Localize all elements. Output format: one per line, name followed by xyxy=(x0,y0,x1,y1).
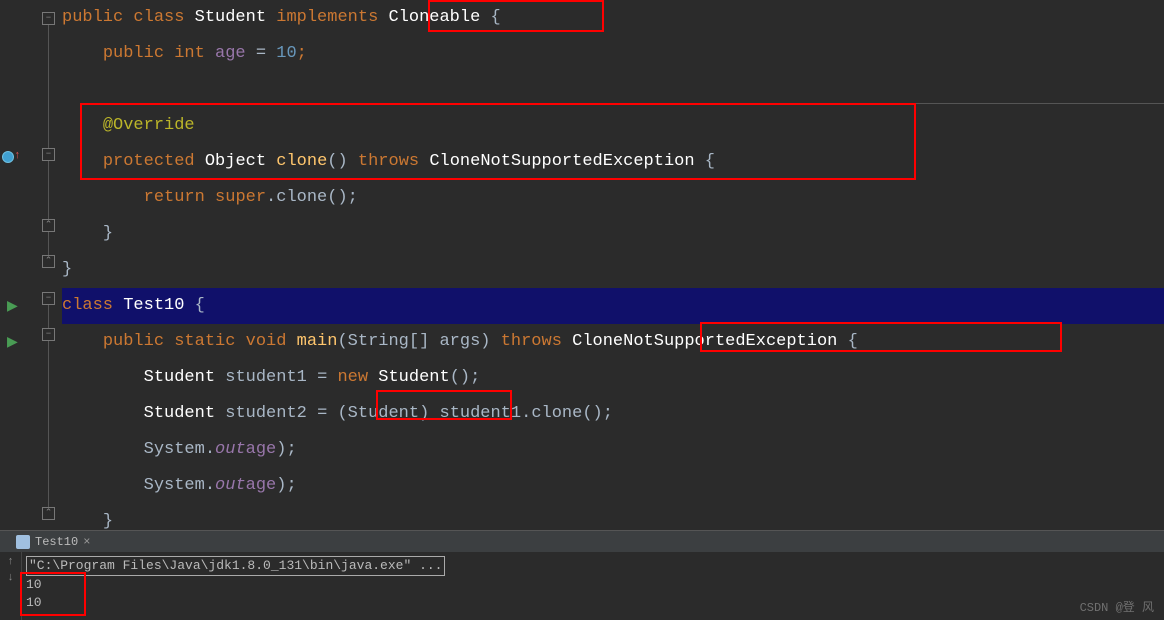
run-tab[interactable]: Test10 × xyxy=(10,535,96,549)
tab-label: Test10 xyxy=(35,535,78,549)
run-icon[interactable]: ▶ xyxy=(7,298,18,315)
console-output[interactable]: "C:\Program Files\Java\jdk1.8.0_131\bin\… xyxy=(26,556,445,612)
fold-icon[interactable]: − xyxy=(42,328,55,341)
console-out-line: 10 xyxy=(26,576,445,594)
code-line[interactable]: class Test10 { xyxy=(62,288,1164,324)
fold-icon[interactable]: − xyxy=(42,12,55,25)
java-file-icon xyxy=(16,535,30,549)
code-line[interactable]: } xyxy=(62,252,1164,288)
fold-icon[interactable]: − xyxy=(42,292,55,305)
console-down-icon[interactable]: ↓ xyxy=(0,568,21,584)
fold-icon[interactable]: ⌃ xyxy=(42,219,55,232)
code-line[interactable]: public static void main(String[] args) t… xyxy=(62,324,1164,360)
console-panel: ↑ ↓ "C:\Program Files\Java\jdk1.8.0_131\… xyxy=(0,552,1164,620)
code-line[interactable]: public class Student implements Cloneabl… xyxy=(62,0,1164,36)
code-line[interactable]: System.outage); xyxy=(62,432,1164,468)
code-line[interactable]: @Override xyxy=(62,108,1164,144)
code-line[interactable]: Student student2 = (Student) student1.cl… xyxy=(62,396,1164,432)
editor-gutter: ↑ ▶ ▶ xyxy=(0,0,40,530)
code-line[interactable]: System.outage); xyxy=(62,468,1164,504)
watermark: CSDN @登 风 xyxy=(1080,598,1154,615)
code-editor[interactable]: ↑ ▶ ▶ − − ⌃ ⌃ − − ⌃ public class Student… xyxy=(0,0,1164,530)
fold-icon[interactable]: ⌃ xyxy=(42,255,55,268)
code-line[interactable]: public int age = 10; xyxy=(62,36,1164,72)
close-icon[interactable]: × xyxy=(83,535,90,549)
code-line[interactable]: return super.clone(); xyxy=(62,180,1164,216)
override-icon[interactable] xyxy=(2,151,14,163)
fold-column: − − ⌃ ⌃ − − ⌃ xyxy=(40,0,58,530)
console-command: "C:\Program Files\Java\jdk1.8.0_131\bin\… xyxy=(26,556,445,576)
code-line[interactable]: protected Object clone() throws CloneNot… xyxy=(62,144,1164,180)
code-line[interactable]: Student student1 = new Student(); xyxy=(62,360,1164,396)
console-gutter: ↑ ↓ xyxy=(0,552,22,620)
console-up-icon[interactable]: ↑ xyxy=(0,552,21,568)
console-out-line: 10 xyxy=(26,594,445,612)
run-icon[interactable]: ▶ xyxy=(7,334,18,351)
override-arrow-icon: ↑ xyxy=(14,150,21,162)
code-area[interactable]: public class Student implements Cloneabl… xyxy=(62,0,1164,540)
code-line[interactable]: } xyxy=(62,216,1164,252)
fold-icon[interactable]: ⌃ xyxy=(42,507,55,520)
run-tab-bar: Test10 × xyxy=(0,530,1164,552)
fold-icon[interactable]: − xyxy=(42,148,55,161)
